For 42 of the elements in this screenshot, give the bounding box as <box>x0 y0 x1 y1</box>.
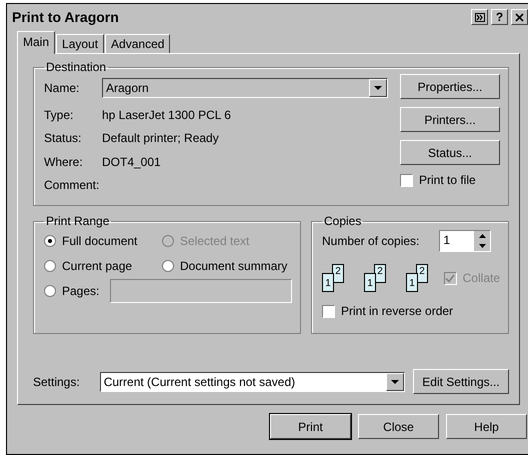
info-label: Type: <box>44 108 74 122</box>
settings-dropdown[interactable]: Current (Current settings not saved) <box>100 372 405 392</box>
print-to-file-checkbox[interactable]: Print to file <box>400 173 500 187</box>
printer-dropdown[interactable]: Aragorn <box>102 78 388 98</box>
radio-option[interactable]: Pages: <box>44 282 162 299</box>
checkmark-icon <box>445 274 456 282</box>
group-title: Copies <box>323 214 362 228</box>
radio-option[interactable]: Full document <box>44 232 162 249</box>
info-value: hp LaserJet 1300 PCL 6 <box>102 108 231 122</box>
info-value: DOT4_001 <box>102 154 161 169</box>
dialog-button[interactable]: Close <box>358 414 439 439</box>
dropdown-arrow-icon <box>390 380 399 384</box>
tab[interactable]: Main <box>17 31 56 54</box>
dialog-button[interactable]: Status... <box>400 140 500 165</box>
radio-option[interactable]: Current page <box>44 257 162 274</box>
edit-settings-button[interactable]: Edit Settings... <box>412 369 509 394</box>
reverse-order-checkbox[interactable]: Print in reverse order <box>322 304 500 318</box>
radio-option[interactable]: Document summary <box>162 257 292 274</box>
info-label: Where: <box>44 154 84 169</box>
dialog-button[interactable]: Help <box>446 414 527 439</box>
close-button[interactable] <box>511 9 528 25</box>
dropdown-arrow-icon <box>374 86 382 90</box>
info-value: Default printer; Ready <box>102 131 219 146</box>
tab[interactable]: Layout <box>56 34 104 53</box>
name-label: Name: <box>44 81 80 95</box>
group-title: Destination <box>45 60 108 74</box>
copies-spinner[interactable]: 1 <box>439 230 492 252</box>
dialog-button[interactable]: Print <box>270 414 351 439</box>
double-chevron-icon <box>474 12 484 22</box>
info-label: Comment: <box>44 178 100 192</box>
window-title: Print to Aragorn <box>12 9 119 25</box>
help-button[interactable]: ? <box>491 9 508 25</box>
info-label: Status: <box>44 131 82 146</box>
tab[interactable]: Advanced <box>105 34 170 53</box>
settings-label: Settings: <box>33 374 80 388</box>
close-icon <box>515 12 524 22</box>
copies-label: Number of copies: <box>322 234 420 248</box>
dialog-button[interactable]: Properties... <box>400 74 500 99</box>
pages-field[interactable] <box>110 279 292 303</box>
expand-button[interactable] <box>471 9 488 25</box>
group-title: Print Range <box>45 214 110 228</box>
dialog-button[interactable]: Printers... <box>400 107 500 132</box>
